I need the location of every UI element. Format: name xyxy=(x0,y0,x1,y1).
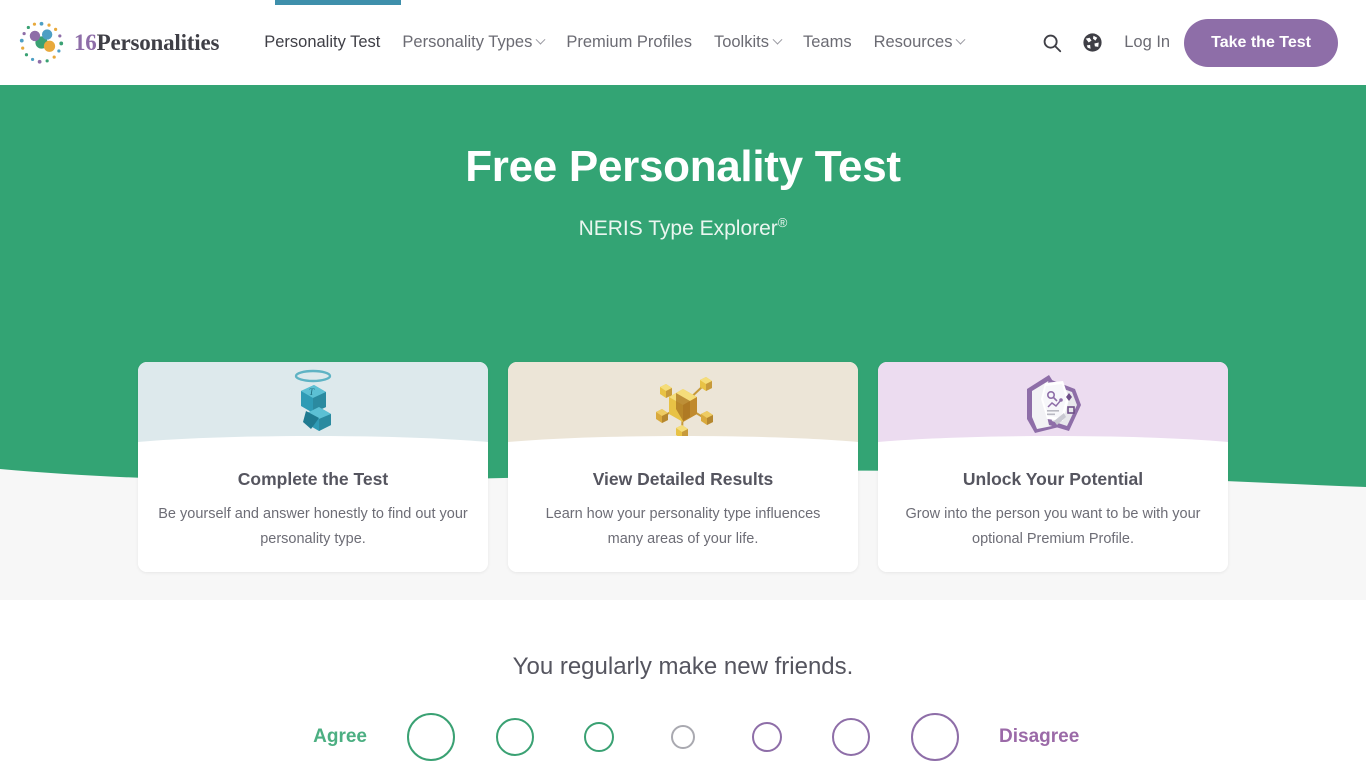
documents-charts-icon xyxy=(1027,375,1081,433)
hero-section: Free Personality Test NERIS Type Explore… xyxy=(0,85,1366,572)
page-title: Free Personality Test xyxy=(465,142,901,191)
globe-icon xyxy=(1083,33,1102,52)
answer-scale: Agree Disagree xyxy=(0,713,1366,761)
question-text: You regularly make new friends. xyxy=(512,653,854,680)
molecule-cubes-icon xyxy=(656,377,713,439)
card-title: Unlock Your Potential xyxy=(962,469,1144,489)
card-illustration-area xyxy=(508,362,858,449)
question-section: You regularly make new friends. Agree Di… xyxy=(0,600,1366,768)
nav-item-personality-test[interactable]: Personality Test xyxy=(253,0,391,85)
nav-item-toolkits[interactable]: Toolkits xyxy=(703,0,792,85)
brand-name: Personalities xyxy=(96,29,220,55)
language-button[interactable] xyxy=(1072,23,1112,63)
answer-option-disagree-1-wrap xyxy=(725,722,809,752)
nav-item-premium-profiles[interactable]: Premium Profiles xyxy=(555,0,703,85)
site-header: 16Personalities Personality Test Persona… xyxy=(0,0,1366,85)
header-actions: Log In Take the Test xyxy=(1032,18,1338,67)
take-the-test-button[interactable]: Take the Test xyxy=(1184,18,1338,67)
card-curve-divider xyxy=(878,436,1228,449)
nav-item-personality-types[interactable]: Personality Types xyxy=(391,0,555,85)
search-icon xyxy=(1043,34,1062,52)
answer-option-agree-2[interactable] xyxy=(496,718,534,756)
feature-cards: T Complete the Test Be yourself and answ… xyxy=(0,362,1366,572)
nav-label: Personality Types xyxy=(402,33,533,51)
registered-mark: ® xyxy=(777,214,788,230)
nav-label: Personality Test xyxy=(264,33,381,51)
answer-option-disagree-2[interactable] xyxy=(832,718,870,756)
card-complete-the-test[interactable]: T Complete the Test Be yourself and answ… xyxy=(138,362,488,572)
dots-circle-logo-icon xyxy=(19,21,64,64)
nav-label: Resources xyxy=(873,33,953,51)
card-title: View Detailed Results xyxy=(592,469,774,489)
card-description: Be yourself and answer honestly to find … xyxy=(158,506,468,547)
main-navigation: Personality Test Personality Types Premi… xyxy=(253,0,1032,85)
card-description: Grow into the person you want to be with… xyxy=(905,506,1201,547)
card-unlock-your-potential[interactable]: Unlock Your Potential Grow into the pers… xyxy=(878,362,1228,572)
site-logo[interactable]: 16Personalities xyxy=(18,19,219,66)
nav-label: Teams xyxy=(802,33,852,51)
card-illustration-area xyxy=(878,362,1228,449)
answer-option-neutral[interactable] xyxy=(671,725,695,749)
card-view-detailed-results[interactable]: View Detailed Results Learn how your per… xyxy=(508,362,858,572)
card-title: Complete the Test xyxy=(237,469,389,489)
card-content: Complete the Test Be yourself and answer… xyxy=(138,448,488,572)
active-nav-indicator xyxy=(275,0,401,5)
brand-text: 16Personalities xyxy=(74,30,219,56)
card-content: View Detailed Results Learn how your per… xyxy=(508,448,858,572)
answer-option-disagree-3-wrap xyxy=(893,713,977,761)
chevron-down-icon xyxy=(956,34,966,45)
chevron-down-icon xyxy=(535,34,546,45)
brand-prefix: 16 xyxy=(74,29,97,55)
card-content: Unlock Your Potential Grow into the pers… xyxy=(878,448,1228,572)
answer-option-disagree-2-wrap xyxy=(809,718,893,756)
answer-option-agree-1[interactable] xyxy=(584,722,614,752)
nav-label: Toolkits xyxy=(713,33,769,51)
answer-option-agree-3-wrap xyxy=(389,713,473,761)
nav-item-resources[interactable]: Resources xyxy=(863,0,976,85)
answer-option-agree-3[interactable] xyxy=(407,713,455,761)
nav-item-teams[interactable]: Teams xyxy=(792,0,863,85)
scale-label-disagree: Disagree xyxy=(999,726,1080,747)
halo-blocks-icon: T xyxy=(294,369,332,431)
login-link[interactable]: Log In xyxy=(1112,33,1184,52)
hero-subtitle: NERIS Type Explorer® xyxy=(578,214,788,240)
card-description: Learn how your personality type influenc… xyxy=(545,506,821,547)
answer-option-neutral-wrap xyxy=(641,725,725,749)
search-button[interactable] xyxy=(1032,23,1072,63)
chevron-down-icon xyxy=(772,34,783,45)
card-curve-divider xyxy=(508,436,858,449)
answer-option-agree-1-wrap xyxy=(557,722,641,752)
card-curve-divider xyxy=(138,436,488,449)
nav-label: Premium Profiles xyxy=(566,33,692,51)
card-illustration-area: T xyxy=(138,362,488,449)
answer-option-agree-2-wrap xyxy=(473,718,557,756)
answer-option-disagree-1[interactable] xyxy=(752,722,782,752)
scale-label-agree: Agree xyxy=(313,726,367,747)
answer-option-disagree-3[interactable] xyxy=(911,713,959,761)
